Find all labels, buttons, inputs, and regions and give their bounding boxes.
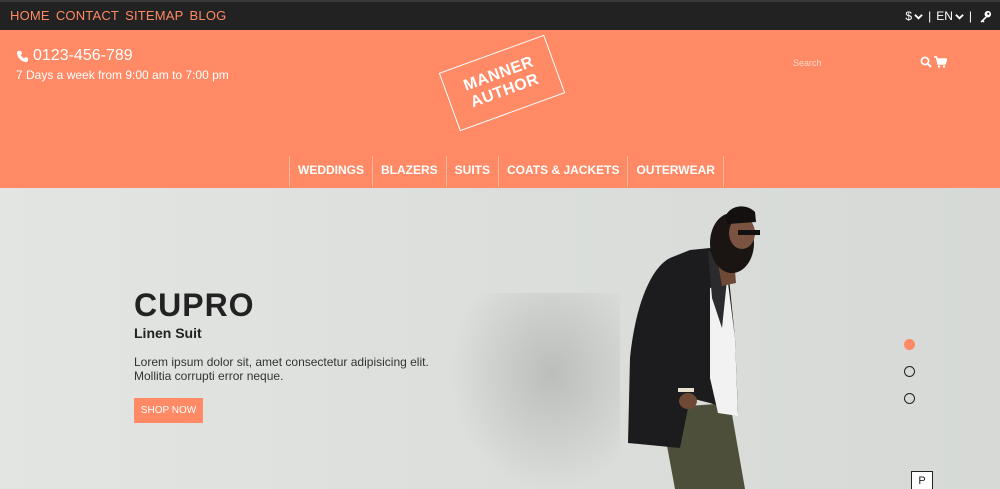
top-nav-home[interactable]: HOME: [10, 8, 50, 23]
key-icon[interactable]: [979, 10, 992, 23]
phone-text: 0123-456-789: [33, 47, 133, 64]
top-nav-blog[interactable]: BLOG: [190, 8, 227, 23]
phone-icon: [16, 50, 29, 62]
hero-title: CUPRO: [134, 287, 255, 323]
p-button[interactable]: P: [911, 471, 933, 489]
site-logo[interactable]: MANNER AUTHOR: [438, 34, 566, 132]
chevron-down-icon: [955, 13, 964, 20]
opening-hours: 7 Days a week from 9:00 am to 7:00 pm: [16, 68, 229, 82]
main-nav: WEDDINGS BLAZERS SUITS COATS & JACKETS O…: [289, 156, 724, 187]
separator: |: [928, 9, 932, 23]
top-right-controls: $ | EN |: [905, 9, 992, 23]
currency-value: $: [905, 9, 913, 23]
phone-number: 0123-456-789: [16, 47, 133, 65]
hero-slider: CUPRO Linen Suit Lorem ipsum dolor sit, …: [0, 188, 1000, 489]
nav-blazers[interactable]: BLAZERS: [372, 156, 446, 187]
hero-description: Lorem ipsum dolor sit, amet consectetur …: [134, 355, 454, 383]
separator: |: [968, 9, 972, 23]
language-value: EN: [936, 9, 953, 23]
chevron-down-icon: [914, 13, 923, 20]
hero-description-line-2: Mollitia corrupti error neque.: [134, 369, 284, 383]
nav-outerwear[interactable]: OUTERWEAR: [627, 156, 724, 187]
top-nav-contact[interactable]: CONTACT: [56, 8, 119, 23]
language-selector[interactable]: EN: [936, 9, 964, 23]
nav-coats-jackets[interactable]: COATS & JACKETS: [498, 156, 627, 187]
top-nav-sitemap[interactable]: SITEMAP: [125, 8, 183, 23]
nav-suits[interactable]: SUITS: [445, 156, 498, 187]
slider-dot-2[interactable]: [904, 366, 915, 377]
model-shadow: [450, 293, 620, 489]
top-bar: HOME CONTACT SITEMAP BLOG $ | EN |: [0, 0, 1000, 30]
shop-now-button[interactable]: SHOP NOW: [134, 398, 203, 423]
site-header: 0123-456-789 7 Days a week from 9:00 am …: [0, 30, 1000, 188]
search-icon[interactable]: [920, 56, 932, 68]
nav-weddings[interactable]: WEDDINGS: [289, 156, 372, 187]
slider-dot-1[interactable]: [904, 339, 915, 350]
currency-selector[interactable]: $: [905, 9, 923, 23]
cart-icon[interactable]: [934, 56, 947, 68]
hero-subtitle: Linen Suit: [134, 325, 202, 341]
top-nav: HOME CONTACT SITEMAP BLOG: [10, 8, 226, 23]
hero-description-line-1: Lorem ipsum dolor sit, amet consectetur …: [134, 355, 429, 369]
hero-model-image: [628, 206, 760, 489]
slider-dot-3[interactable]: [904, 393, 915, 404]
search-input[interactable]: [793, 55, 913, 71]
